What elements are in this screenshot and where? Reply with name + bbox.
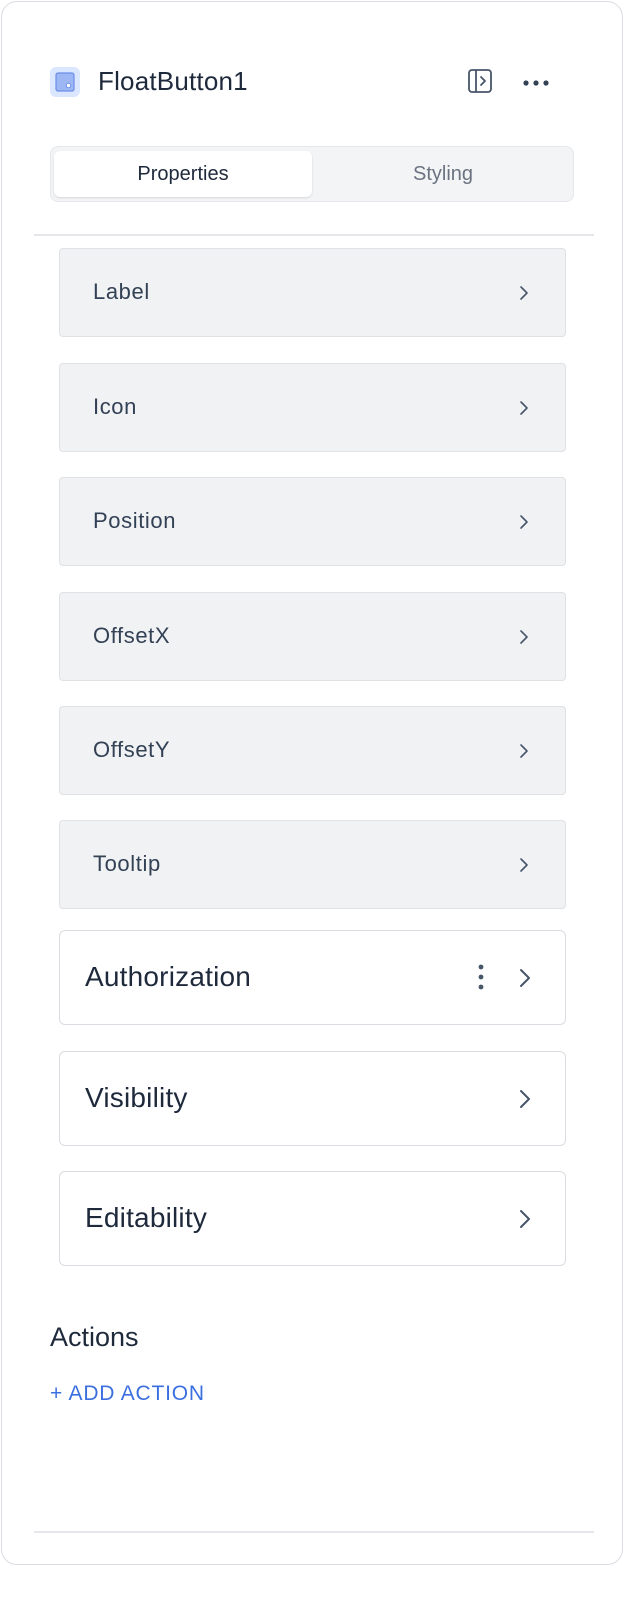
section-label: Editability (85, 1202, 208, 1233)
property-label: Icon (93, 394, 137, 419)
property-label: Position (93, 508, 177, 533)
property-row-offsety[interactable]: OffsetY (59, 706, 566, 795)
float-button-icon (50, 67, 80, 97)
property-label: Label (93, 279, 150, 304)
chevron-right-icon (519, 743, 529, 764)
section-label: Visibility (85, 1082, 188, 1113)
properties-panel: FloatButton1 Properties Styling Label Ic… (1, 1, 623, 1565)
panel-toggle-icon (467, 68, 493, 99)
panel-tabs: Properties Styling (50, 146, 574, 202)
section-editability[interactable]: Editability (59, 1171, 566, 1266)
property-row-offsetx[interactable]: OffsetX (59, 592, 566, 681)
section-authorization[interactable]: Authorization (59, 930, 566, 1025)
footer-divider (34, 1531, 594, 1533)
more-options-button[interactable] (521, 68, 551, 98)
tab-styling[interactable]: Styling (314, 151, 572, 197)
chevron-right-icon (519, 1089, 531, 1114)
chevron-right-icon (519, 968, 531, 993)
chevron-right-icon (519, 1209, 531, 1234)
panel-header: FloatButton1 (50, 60, 550, 104)
section-label: Authorization (85, 961, 252, 992)
actions-heading: Actions (50, 1322, 139, 1352)
chevron-right-icon (519, 629, 529, 650)
section-visibility[interactable]: Visibility (59, 1051, 566, 1146)
chevron-right-icon (519, 400, 529, 421)
panel-toggle-button[interactable] (465, 68, 495, 98)
property-label: OffsetY (93, 737, 171, 762)
add-action-button[interactable]: + ADD ACTION (50, 1382, 205, 1406)
component-title[interactable]: FloatButton1 (98, 66, 248, 97)
chevron-right-icon (519, 514, 529, 535)
property-row-icon[interactable]: Icon (59, 363, 566, 452)
chevron-right-icon (519, 857, 529, 878)
property-row-label[interactable]: Label (59, 248, 566, 337)
tab-properties[interactable]: Properties (54, 151, 312, 197)
chevron-right-icon (519, 285, 529, 306)
property-label: Tooltip (93, 851, 161, 876)
property-label: OffsetX (93, 623, 171, 648)
more-horizontal-icon (522, 74, 550, 92)
header-divider (34, 234, 594, 236)
property-row-tooltip[interactable]: Tooltip (59, 820, 566, 909)
property-row-position[interactable]: Position (59, 477, 566, 566)
more-vertical-icon[interactable] (477, 963, 485, 996)
